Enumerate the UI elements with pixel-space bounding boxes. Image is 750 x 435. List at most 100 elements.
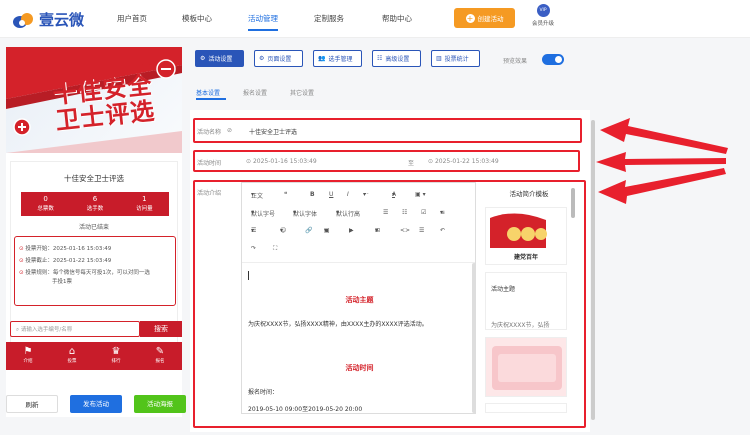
search-button[interactable]: 搜索 — [140, 321, 182, 337]
video-icon[interactable]: ▶ ▾ — [349, 227, 354, 234]
refresh-button[interactable]: 刷新 — [6, 395, 58, 413]
tab-signup[interactable]: ✎ 报名 — [138, 342, 182, 370]
template-thumbnail-pink — [492, 346, 562, 390]
rich-text-editor[interactable]: 正文 ▾ ❝ B U I ··· ▾ A ▾ ▣ ▾ 默认字号 ▾ 默认字体 ▾… — [241, 182, 476, 414]
format-select[interactable]: 正文 ▾ — [251, 191, 263, 200]
editor-toolbar: 正文 ▾ ❝ B U I ··· ▾ A ▾ ▣ ▾ 默认字号 ▾ 默认字体 ▾… — [242, 183, 475, 263]
editor-scrollbar[interactable] — [472, 263, 475, 413]
nav-custom-service[interactable]: 定制服务 — [314, 13, 344, 24]
vote-start-text: 投票开始：2025-01-16 15:03:49 — [25, 246, 112, 252]
plus-icon: + — [465, 13, 475, 23]
indent-icon[interactable]: ☰ ▾ — [251, 227, 256, 234]
template-card-party[interactable]: 建党百年 — [485, 207, 567, 265]
contestant-search-input[interactable]: ⌕ 请输入选手编号/名称 — [10, 321, 140, 337]
edit-icon: ✎ — [155, 346, 165, 357]
clock-icon: ⊙ — [428, 158, 435, 165]
template-card-next[interactable] — [485, 403, 567, 413]
stat-contestants: 6 选手数 — [70, 192, 119, 216]
align-icon[interactable]: ≡ ▾ — [440, 209, 445, 216]
tab-contestant-management[interactable]: 👥 选手管理 — [313, 50, 362, 67]
tab-vote-statistics[interactable]: ▥ 投票统计 — [431, 50, 480, 67]
stat-visits: 1 访问量 — [120, 192, 169, 216]
tab-label: 高级设置 — [385, 56, 410, 63]
font-color-icon[interactable]: A ▾ — [392, 191, 396, 198]
tab-label: 活动设置 — [208, 56, 233, 63]
code-icon[interactable]: <> — [400, 227, 410, 234]
create-activity-button[interactable]: + 创建活动 — [454, 8, 515, 28]
template-card-pink[interactable] — [485, 337, 567, 397]
more-icon[interactable]: ··· ▾ — [363, 191, 369, 198]
vip-badge-icon: VIP — [536, 4, 550, 17]
start-time-value: 2025-01-16 15:03:49 — [252, 158, 317, 165]
subtab-other[interactable]: 其它设置 — [290, 88, 314, 97]
emoji-icon[interactable]: ☺ ▾ — [280, 227, 286, 234]
tab-ranking[interactable]: ♛ 排行 — [94, 342, 138, 370]
redo-icon[interactable]: ↷ — [251, 245, 256, 252]
stat-label: 总票数 — [37, 206, 54, 212]
stats-bar: 0 总票数 6 选手数 1 访问量 — [21, 192, 169, 216]
nav-user-home[interactable]: 用户首页 — [117, 13, 147, 24]
stat-label: 选手数 — [86, 206, 104, 212]
numbered-list-icon[interactable]: ☷ — [402, 209, 407, 216]
end-time-input[interactable]: ⊙ 2025-01-22 15:03:49 — [428, 158, 499, 165]
preview-toggle-label: 预览效果 — [503, 58, 528, 65]
stat-value: 1 — [142, 195, 147, 203]
tab-label: 页面设置 — [267, 56, 292, 63]
brand-logo[interactable]: 壹云微 — [12, 9, 84, 30]
subtab-underline — [196, 98, 226, 100]
tab-activity-settings[interactable]: ⚙ 活动设置 — [195, 50, 244, 67]
underline-icon[interactable]: U — [329, 191, 333, 198]
undo-icon[interactable]: ↶ — [440, 227, 445, 234]
quote-icon[interactable]: ❝ — [284, 191, 287, 198]
users-icon: 👥 — [318, 55, 326, 62]
bg-color-icon[interactable]: ▣ ▾ — [415, 191, 426, 198]
template-thumbnail-party — [486, 208, 566, 254]
start-time-input[interactable]: ⊙ 2025-01-16 15:03:49 — [246, 158, 317, 165]
bold-icon[interactable]: B — [310, 191, 315, 198]
line-height-select[interactable]: 默认行高 ▾ — [336, 209, 360, 218]
intro-template-panel: 活动简介模板 建党百年 活动主题 为庆祝XXXX节，弘扬 — [481, 182, 577, 414]
poster-button[interactable]: 活动海报 — [134, 395, 186, 413]
tab-advanced-settings[interactable]: ☷ 高级设置 — [372, 50, 421, 67]
bullet-list-icon[interactable]: ☰ — [383, 209, 388, 216]
fullscreen-icon[interactable]: ⛶ — [273, 245, 277, 253]
editor-content[interactable]: 活动主题 为庆祝XXXX节，弘扬XXXX精神，由XXXX主办的XXXX评选活动。… — [242, 263, 475, 413]
publish-button[interactable]: 发布活动 — [70, 395, 122, 413]
content-signup-time-value: 2019-05-10 09:00至2019-05-20 20:00 — [248, 406, 363, 413]
subtab-signup[interactable]: 报名设置 — [243, 88, 267, 97]
tab-vote[interactable]: ⌂ 投票 — [50, 342, 94, 370]
subtab-basic[interactable]: 基本设置 — [196, 88, 220, 97]
annotation-arrows — [596, 118, 728, 204]
image-icon[interactable]: ▣ ▾ — [324, 227, 330, 234]
tab-label: 投票 — [67, 359, 77, 364]
tab-page-settings[interactable]: ⚙ 页面设置 — [254, 50, 303, 67]
font-size-select[interactable]: 默认字号 ▾ — [251, 209, 275, 218]
todo-list-icon[interactable]: ☑ — [421, 209, 426, 216]
tab-intro[interactable]: ⚑ 介绍 — [6, 342, 50, 370]
font-family-select[interactable]: 默认字体 ▾ — [293, 209, 317, 218]
activity-name: 十佳安全卫士评选 — [64, 174, 124, 183]
preview-tabbar: ⚑ 介绍 ⌂ 投票 ♛ 排行 ✎ 报名 — [6, 342, 182, 370]
link-icon[interactable]: 🔗 — [305, 227, 312, 234]
help-icon: ⊘ — [227, 127, 233, 134]
vip-upgrade[interactable]: VIP 会员升级 — [528, 4, 558, 27]
vote-info-box: ⊙ 投票开始：2025-01-16 15:03:49 ⊙ 投票截止：2025-0… — [14, 236, 176, 306]
italic-icon[interactable]: I — [347, 191, 349, 198]
nav-template-center[interactable]: 模板中心 — [182, 13, 212, 24]
nav-activity-management[interactable]: 活动管理 — [248, 13, 278, 31]
template-scrollbar[interactable] — [571, 188, 575, 218]
flag-icon: ⚑ — [23, 346, 33, 357]
content-heading-time: 活动时间 — [345, 364, 374, 372]
table-icon[interactable]: ⊞ ▾ — [375, 227, 380, 234]
time-label: 活动时间 — [197, 160, 222, 167]
search-placeholder: 请输入选手编号/名称 — [20, 327, 73, 333]
vote-end-text: 投票截止：2025-01-22 15:03:49 — [25, 258, 112, 264]
divider-icon[interactable]: ☰ — [419, 227, 424, 234]
preview-toggle[interactable] — [542, 54, 564, 65]
name-input[interactable]: 十佳安全卫士评选 — [249, 127, 297, 136]
nav-help-center[interactable]: 帮助中心 — [382, 13, 412, 24]
template-card-theme[interactable]: 活动主题 为庆祝XXXX节，弘扬 — [485, 272, 567, 330]
to-label: 至 — [408, 160, 415, 167]
bar-chart-icon: ▥ — [436, 55, 442, 62]
top-nav: 壹云微 用户首页 模板中心 活动管理 定制服务 帮助中心 + 创建活动 VIP … — [0, 0, 750, 38]
